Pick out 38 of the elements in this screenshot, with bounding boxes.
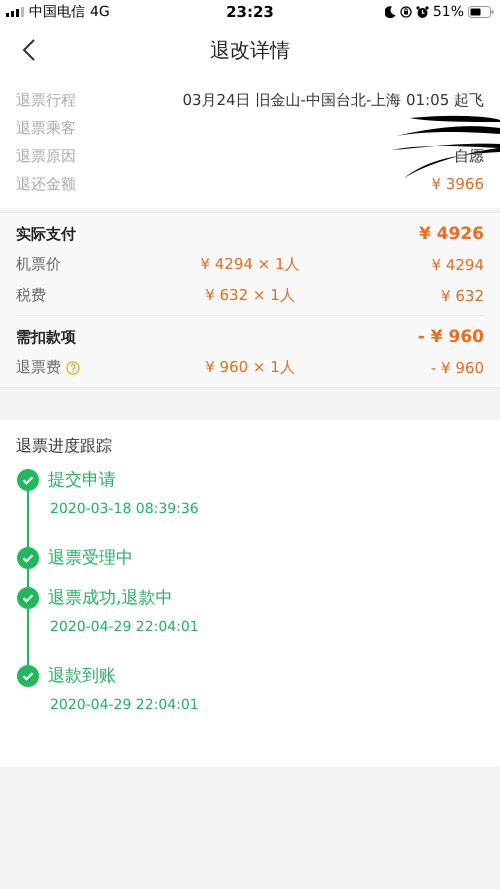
- fee-amount: ¥ 4294: [430, 256, 484, 274]
- section-heading: 退票进度跟踪: [16, 436, 113, 457]
- info-label: 退票行程: [16, 90, 76, 110]
- moon-icon: [384, 6, 396, 18]
- step-label: 提交申请: [48, 469, 117, 491]
- info-label: 退票乘客: [16, 118, 76, 138]
- signal-icon: [6, 7, 24, 17]
- step-time: 2020-03-18 08:39:36: [50, 501, 199, 517]
- fee-amount: ¥ 632: [440, 286, 484, 304]
- section-total: ¥ 4926: [418, 224, 484, 244]
- step-time: 2020-04-29 22:04:01: [50, 619, 199, 635]
- alarm-icon: [416, 6, 429, 18]
- fee-label: 机票价: [16, 255, 61, 274]
- refund-amount: ¥ 3966: [432, 175, 484, 193]
- unit-price: ¥ 4294 × 1人: [199, 255, 301, 274]
- section-heading: 需扣款项: [16, 328, 76, 346]
- step-time: 2020-04-29 22:04:01: [50, 697, 199, 713]
- back-icon[interactable]: [22, 38, 36, 62]
- step-label: 退票受理中: [48, 547, 133, 569]
- unit-price: ¥ 960 × 1人: [204, 358, 296, 377]
- step-label: 退款到账: [48, 665, 117, 687]
- info-value: 03月24日 旧金山-中国台北-上海 01:05 起飞: [182, 90, 484, 110]
- battery-percent: 51%: [432, 4, 464, 20]
- fee-amount: - ¥ 960: [430, 358, 484, 376]
- info-label: 退还金额: [16, 174, 76, 194]
- battery-icon: [468, 6, 494, 18]
- section-total: - ¥ 960: [418, 327, 484, 347]
- rotation-lock-icon: [400, 6, 412, 18]
- unit-price: ¥ 632 × 1人: [204, 286, 296, 305]
- fee-label: 退票费: [16, 358, 61, 377]
- network-type: 4G: [90, 4, 110, 20]
- page-title: 退改详情: [210, 36, 290, 64]
- info-label: 退票原因: [16, 146, 76, 166]
- fee-label: 税费: [16, 286, 46, 305]
- step-label: 退票成功,退款中: [48, 587, 174, 609]
- carrier-name: 中国电信: [29, 3, 85, 21]
- clock-time: 23:23: [226, 3, 274, 21]
- section-heading: 实际支付: [16, 224, 76, 244]
